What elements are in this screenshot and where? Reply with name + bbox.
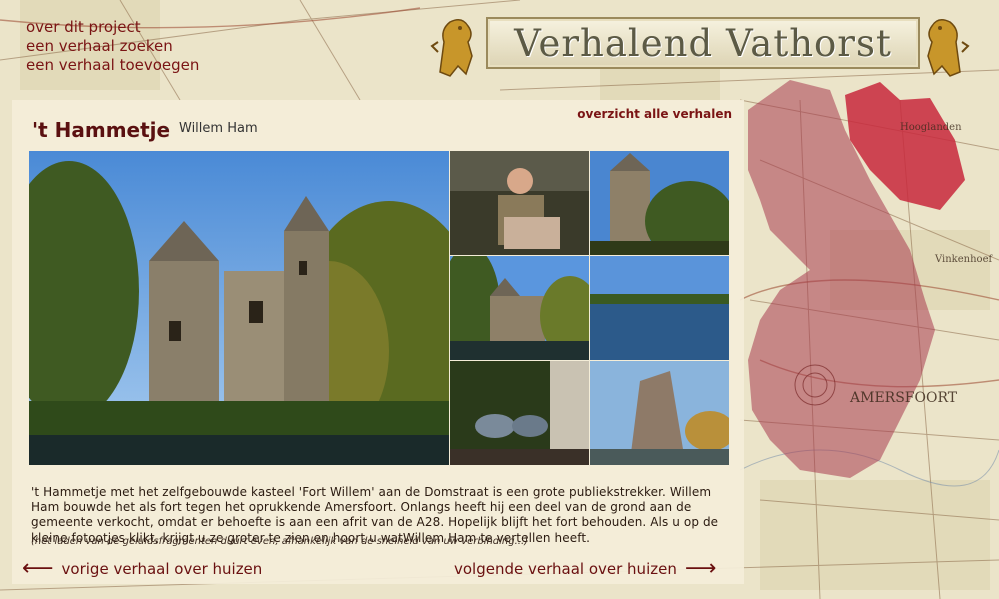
nav-link-add-story[interactable]: een verhaal toevoegen [26,56,199,75]
map-label-town: AMERSFOORT [849,390,958,406]
banner-plate: Verhalend Vathorst [486,17,920,69]
story-author: Willem Ham [179,121,258,136]
thumbnail-lake[interactable] [590,256,729,360]
site-banner: Verhalend Vathorst [430,12,970,82]
map-label-place2: Vinkenhoef [934,254,993,265]
nav-link-about-project[interactable]: over dit project [26,18,199,37]
thumbnail-castle-pond[interactable] [450,256,589,360]
thumbnail-accordion-player[interactable] [450,151,589,255]
next-story-label: volgende verhaal over huizen [454,560,677,578]
next-story-link[interactable]: volgende verhaal over huizen ⟶ [454,556,717,581]
loading-note: (het laden van de geluidsfragmenten duur… [31,536,529,547]
thumbnail-castle-garden[interactable] [590,151,729,255]
arrow-right-icon: ⟶ [684,556,717,581]
title-separator: - [164,121,169,135]
arrow-left-icon: ⟵ [22,556,54,581]
lion-crest-left-icon [430,19,473,77]
nav-link-search-story[interactable]: een verhaal zoeken [26,37,199,56]
lion-crest-right-icon [927,19,970,77]
thumbnail-tower-ruin[interactable] [590,361,729,465]
previous-story-label: vorige verhaal over huizen [61,560,263,578]
map-label-place1: Hooglanden [900,122,962,133]
story-panel: 't Hammetje - Willem Ham overzicht alle … [12,100,744,584]
top-navigation: over dit project een verhaal zoeken een … [26,18,199,75]
site-title: Verhalend Vathorst [514,22,892,65]
overview-all-stories-link[interactable]: overzicht alle verhalen [577,107,732,121]
thumbnail-peacocks[interactable] [450,361,589,465]
main-photo-castle [29,151,449,465]
previous-story-link[interactable]: ⟵ vorige verhaal over huizen [22,556,263,581]
story-title: 't Hammetje [32,118,171,142]
